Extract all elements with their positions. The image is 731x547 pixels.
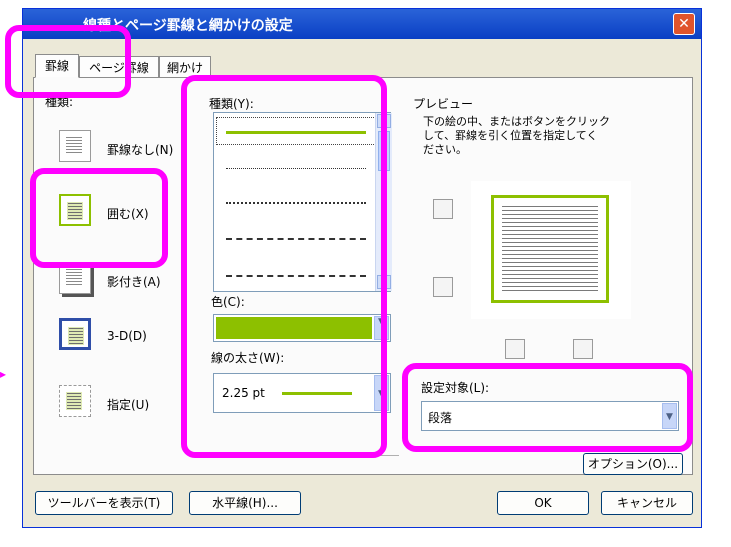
preview-box-border[interactable] <box>491 195 609 303</box>
setting-custom-label[interactable]: 指定(U) <box>107 396 149 413</box>
setting-3d-icon[interactable] <box>59 318 91 350</box>
arrow-marker-icon: ▸ <box>0 367 7 381</box>
highlight-line-options <box>181 75 387 458</box>
right-border-icon[interactable] <box>573 339 593 359</box>
options-button[interactable]: オプション(O)... <box>583 453 683 475</box>
preview-instructions-3: ださい。 <box>423 143 467 156</box>
setting-none-icon[interactable] <box>59 130 91 162</box>
tab-borders[interactable]: 罫線 <box>35 54 79 78</box>
preview-text-lines <box>502 206 598 292</box>
preview-label: プレビュー <box>413 97 474 111</box>
left-border-icon[interactable] <box>505 339 525 359</box>
setting-none-label[interactable]: 罫線なし(N) <box>107 141 173 158</box>
horizontal-line-button[interactable]: 水平線(H)... <box>189 491 301 515</box>
preview-area[interactable] <box>471 181 631 319</box>
ok-button[interactable]: OK <box>497 491 589 515</box>
cancel-button[interactable]: キャンセル <box>601 491 693 515</box>
bottom-border-icon[interactable] <box>433 277 453 297</box>
setting-shadow-label[interactable]: 影付き(A) <box>107 273 161 290</box>
setting-custom-icon[interactable] <box>59 385 91 417</box>
highlight-box-setting <box>30 168 168 268</box>
top-border-icon[interactable] <box>433 199 453 219</box>
show-toolbar-button[interactable]: ツールバーを表示(T) <box>35 491 173 515</box>
highlight-apply-to <box>402 363 693 452</box>
setting-3d-label[interactable]: 3-D(D) <box>107 329 147 343</box>
close-icon[interactable]: ✕ <box>673 13 695 35</box>
